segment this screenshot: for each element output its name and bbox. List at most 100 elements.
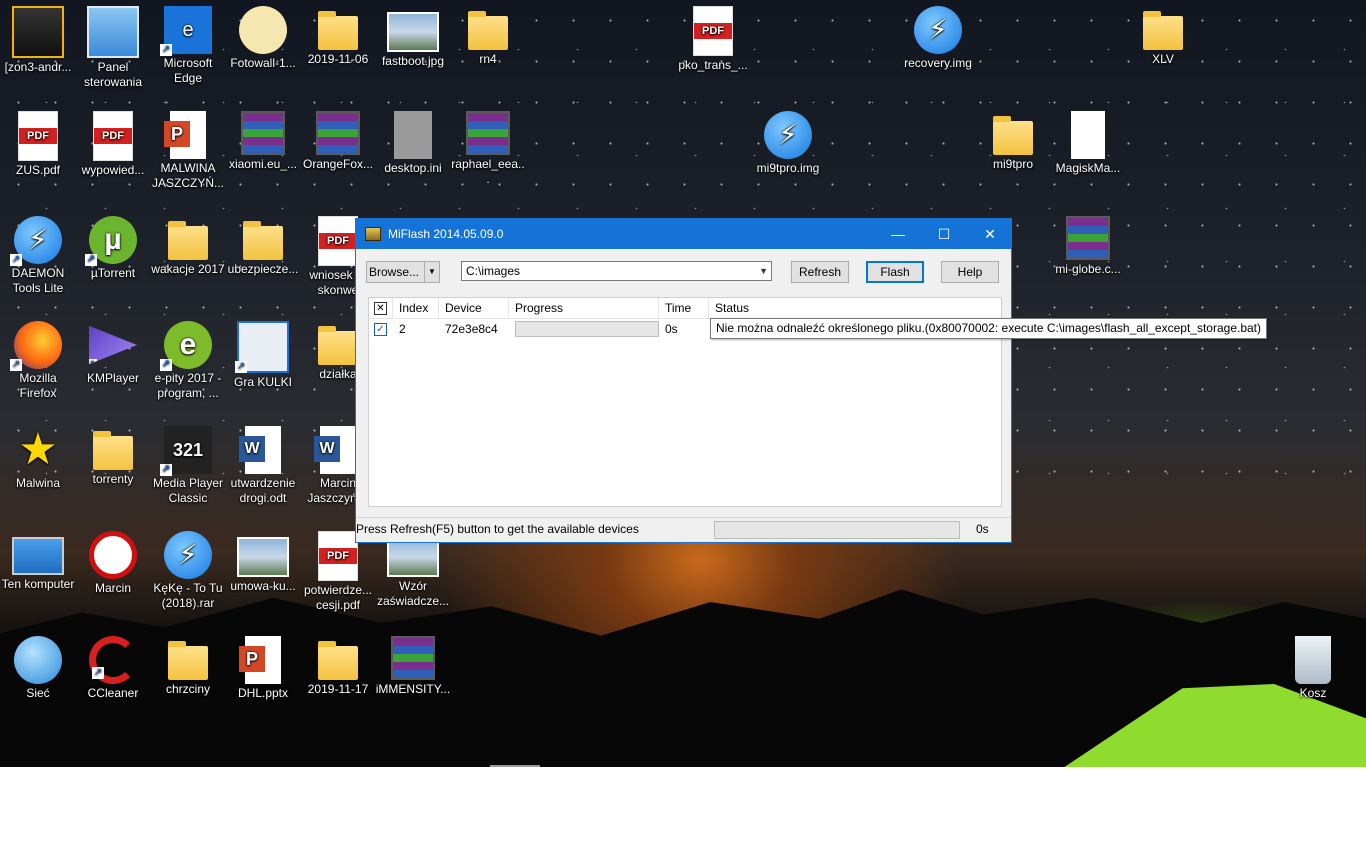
desktop-icon-label: XLV: [1152, 52, 1174, 66]
desktop-icon[interactable]: KęKę - To Tu (2018).rar: [150, 531, 226, 611]
desktop-icon[interactable]: CCleaner: [75, 636, 151, 701]
close-button[interactable]: ✕: [967, 219, 1013, 249]
desktop-icon[interactable]: XLV: [1125, 6, 1201, 67]
desktop-icon[interactable]: µµTorrent: [75, 216, 151, 281]
toolbar: Browse... ▼ C:\images ▼ Refresh Flash He…: [366, 259, 1001, 285]
desktop-icon[interactable]: 2019-11-06: [300, 6, 376, 67]
desktop-icon[interactable]: fastboot.jpg: [375, 6, 451, 69]
miflash-app-icon: [365, 227, 381, 241]
desktop-icon[interactable]: chrzciny: [150, 636, 226, 697]
column-header-progress[interactable]: Progress: [509, 298, 659, 318]
folder-icon: [318, 641, 358, 680]
pc-icon: [12, 537, 64, 575]
desktop-icon[interactable]: Sieć: [0, 636, 76, 701]
desktop-icon[interactable]: 2019-11-17: [300, 636, 376, 697]
pdf-icon: [18, 111, 58, 161]
desktop-icon[interactable]: mi-globe.c...: [1050, 216, 1126, 277]
desktop-icon[interactable]: mi9tpro: [975, 111, 1051, 172]
desktop-icon[interactable]: eMicrosoft Edge: [150, 6, 226, 86]
row-progress-bar: [515, 321, 659, 337]
list-header: ✕ Index Device Progress Time Status: [369, 298, 1001, 319]
pdf-icon: [318, 531, 358, 581]
desktop-icon-label: Media Player Classic: [152, 476, 224, 505]
desktop-icon[interactable]: 321Media Player Classic: [150, 426, 226, 506]
desktop-icon-label: fastboot.jpg: [381, 54, 445, 68]
desktop-icon-label: iMMENSITY...: [375, 682, 451, 696]
column-header-device[interactable]: Device: [439, 298, 509, 318]
path-combobox[interactable]: C:\images ▼: [461, 261, 772, 281]
desktop-icon-label: mi9tpro: [992, 157, 1033, 171]
imgfile-icon: [387, 537, 439, 577]
desktop-icon[interactable]: wypowied...: [75, 111, 151, 178]
desktop-icon[interactable]: Fotowall-1...: [225, 6, 301, 71]
column-header-index[interactable]: Index: [393, 298, 439, 318]
desktop-icon[interactable]: wakacje 2017: [150, 216, 226, 277]
desktop-icon[interactable]: MALWINA JASZCZYŃ...: [150, 111, 226, 191]
rar-icon: [241, 111, 285, 155]
desktop-icon[interactable]: recovery.img: [900, 6, 976, 71]
desktop-icon[interactable]: Kosz: [1275, 636, 1351, 701]
desktop-icon-label: recovery.img: [904, 56, 972, 70]
desktop-icon-label: DAEMON Tools Lite: [11, 266, 65, 295]
minimize-button[interactable]: —: [875, 219, 921, 249]
desktop-icon-label: Wzór zaświadcze...: [376, 579, 450, 608]
chevron-down-icon[interactable]: ▼: [424, 262, 439, 282]
desktop-icon[interactable]: mi9tpro.img: [750, 111, 826, 176]
desktop-icon[interactable]: utwardzenie drogi.odt: [225, 426, 301, 506]
desktop-icon[interactable]: Marcin: [75, 531, 151, 596]
desktop-icon[interactable]: OrangeFox...: [300, 111, 376, 172]
desktop-icon[interactable]: raphael_eea...: [450, 111, 526, 187]
column-header-status[interactable]: Status: [709, 298, 1001, 318]
desktop-icon[interactable]: ZUS.pdf: [0, 111, 76, 178]
desktop-icon-label: KMPlayer: [86, 371, 139, 385]
chevron-down-icon[interactable]: ▼: [759, 262, 768, 280]
desktop-icon[interactable]: torrenty: [75, 426, 151, 487]
desktop-icon[interactable]: umowa-ku...: [225, 531, 301, 594]
miflash-window[interactable]: MiFlash 2014.05.09.0 — ☐ ✕ Browse... ▼ C…: [355, 218, 1012, 543]
desktop-icon[interactable]: potwierdze... cesji.pdf: [300, 531, 376, 613]
desktop-icon[interactable]: DAEMON Tools Lite: [0, 216, 76, 296]
desktop-icon[interactable]: Ten komputer: [0, 531, 76, 592]
column-header-time[interactable]: Time: [659, 298, 709, 318]
desktop-icon[interactable]: desktop.ini: [375, 111, 451, 176]
imgfile-icon: [387, 12, 439, 52]
flash-button[interactable]: Flash: [866, 261, 924, 283]
desktop-icon-label: DHL.pptx: [237, 686, 289, 700]
desktop: [zon3-andr...Panel sterowaniaeMicrosoft …: [0, 0, 1366, 767]
desktop-icon-label: CCleaner: [87, 686, 139, 700]
status-tooltip: Nie można odnaleźć określonego pliku.(0x…: [710, 318, 1267, 339]
daemon-icon: [914, 6, 962, 54]
desktop-icon[interactable]: KMPlayer: [75, 321, 151, 386]
desktop-icon[interactable]: ubezpiecze...: [225, 216, 301, 277]
select-all-checkbox[interactable]: ✕: [369, 298, 393, 318]
desktop-icon-label: Microsoft Edge: [163, 56, 213, 85]
desktop-icon-label: Sieć: [26, 686, 50, 700]
kmp-icon: [89, 325, 137, 365]
desktop-icon[interactable]: xiaomi.eu_...: [225, 111, 301, 172]
desktop-icon[interactable]: iMMENSITY...: [375, 636, 451, 697]
browse-button[interactable]: Browse... ▼: [366, 261, 440, 283]
desktop-icon[interactable]: rn4: [450, 6, 526, 67]
desktop-icon[interactable]: Gra KULKI: [225, 321, 301, 390]
desktop-icon[interactable]: ee-pity 2017 - program, ...: [150, 321, 226, 401]
desktop-icon[interactable]: DHL.pptx: [225, 636, 301, 701]
desktop-icon[interactable]: [zon3-andr...: [0, 6, 76, 75]
row-progress: [509, 319, 659, 339]
desktop-icon[interactable]: pko_trans_...: [675, 6, 751, 73]
refresh-button[interactable]: Refresh: [791, 261, 849, 283]
title-bar[interactable]: MiFlash 2014.05.09.0 — ☐ ✕: [356, 219, 1011, 249]
utor-icon: µ: [85, 216, 137, 266]
help-button[interactable]: Help: [941, 261, 999, 283]
desktop-icon-label: utwardzenie drogi.odt: [230, 476, 296, 505]
desktop-icon[interactable]: ★ Malwina: [0, 426, 76, 491]
desktop-icon[interactable]: MagiskMa...: [1050, 111, 1126, 176]
desktop-icon[interactable]: Panel sterowania: [75, 6, 151, 90]
desktop-icon[interactable]: Mozilla Firefox: [0, 321, 76, 401]
maximize-button[interactable]: ☐: [921, 219, 967, 249]
desktop-icon-label: desktop.ini: [384, 161, 442, 175]
check-icon[interactable]: ✓: [374, 323, 387, 337]
checkbox-x-icon[interactable]: ✕: [374, 302, 387, 316]
star-icon: ★: [18, 425, 58, 474]
row-checkbox[interactable]: ✓: [369, 319, 393, 339]
desktop-icon-label: KęKę - To Tu (2018).rar: [153, 581, 223, 610]
